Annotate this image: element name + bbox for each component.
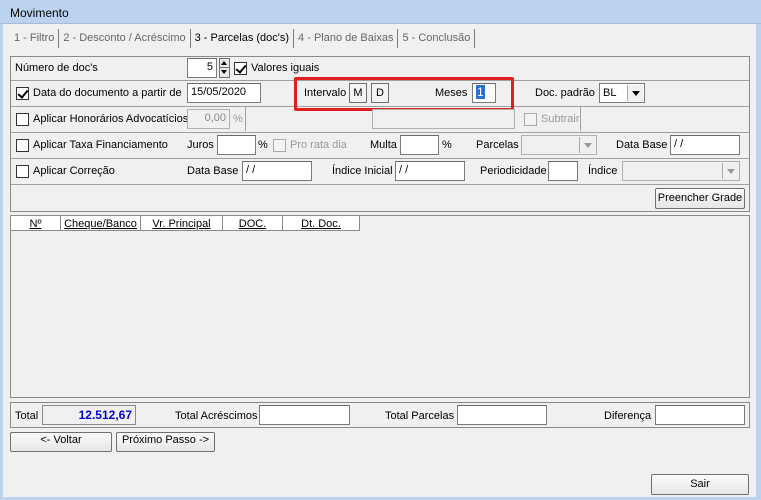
spin-up-icon[interactable]	[220, 59, 229, 68]
correcao-data-base-field[interactable]: / /	[242, 161, 312, 181]
wizard-tabs: 1 - Filtro 2 - Desconto / Acréscimo 3 - …	[10, 29, 476, 49]
indice-inicial-field[interactable]: / /	[395, 161, 465, 181]
honorarios-field[interactable]: 0,00	[187, 109, 230, 129]
total-parcelas-field[interactable]	[457, 405, 547, 425]
correcao-data-base-label: Data Base	[187, 165, 239, 177]
juros-unit: %	[258, 139, 268, 151]
num-docs-label: Número de doc's	[15, 62, 98, 74]
taxa-label: Aplicar Taxa Financiamento	[33, 139, 168, 151]
indice-select[interactable]	[622, 161, 740, 181]
taxa-data-base-label: Data Base	[616, 139, 668, 151]
pro-rata-checkbox[interactable]	[273, 139, 286, 152]
periodicidade-label: Periodicidade	[480, 165, 547, 177]
doc-padrao-label: Doc. padrão	[535, 87, 595, 99]
tab-plano-de-baixas[interactable]: 4 - Plano de Baixas	[294, 29, 399, 48]
grid-column-doc[interactable]: DOC.	[223, 216, 283, 230]
num-docs-field[interactable]: 5	[187, 58, 217, 78]
doc-padrao-select[interactable]: BL	[599, 83, 645, 103]
parcelas-label: Parcelas	[476, 139, 519, 151]
grid-column-numero[interactable]: Nº	[11, 216, 61, 230]
tab-conclusao[interactable]: 5 - Conclusão	[398, 29, 476, 48]
valores-iguais-checkbox[interactable]	[234, 62, 247, 75]
juros-label: Juros	[187, 139, 214, 151]
row-divider	[11, 132, 749, 133]
diferenca-label: Diferença	[604, 410, 652, 422]
honorarios-unit: %	[233, 113, 243, 125]
honorarios-description-field[interactable]	[372, 109, 515, 129]
subtrair-label: Subtrair	[541, 113, 580, 125]
data-doc-field[interactable]: 15/05/2020	[187, 83, 261, 103]
parcelas-select[interactable]	[521, 135, 597, 155]
valores-iguais-label: Valores iguais	[251, 62, 320, 74]
proximo-passo-button[interactable]: Próximo Passo ->	[116, 432, 215, 452]
subtrair-checkbox[interactable]	[524, 113, 537, 126]
total-acrescimos-field[interactable]	[259, 405, 350, 425]
juros-field[interactable]	[217, 135, 256, 155]
chevron-down-icon[interactable]	[627, 85, 643, 101]
periodicidade-field[interactable]	[548, 161, 578, 181]
honorarios-checkbox[interactable]	[16, 113, 29, 126]
grid-header: Nº Cheque/Banco Vr. Principal DOC. Dt. D…	[11, 216, 360, 231]
total-acrescimos-label: Total Acréscimos	[175, 410, 258, 422]
row-divider	[11, 158, 749, 159]
window-title: Movimento	[10, 6, 69, 20]
preencher-grade-button[interactable]: Preencher Grade	[655, 188, 745, 209]
chevron-down-icon[interactable]	[722, 163, 738, 179]
total-value: 12.512,67	[42, 405, 136, 425]
total-parcelas-label: Total Parcelas	[385, 410, 455, 422]
correcao-checkbox[interactable]	[16, 165, 29, 178]
taxa-checkbox[interactable]	[16, 139, 29, 152]
window-frame-right	[756, 24, 761, 500]
honorarios-label: Aplicar Honorários Advocatícios	[33, 113, 189, 125]
total-label: Total	[15, 410, 39, 422]
window-titlebar: Movimento	[0, 0, 761, 24]
data-doc-checkbox[interactable]	[16, 87, 29, 100]
data-doc-label: Data do documento a partir de	[33, 87, 182, 99]
voltar-button[interactable]: <- Voltar	[10, 432, 112, 452]
chevron-down-icon[interactable]	[579, 137, 595, 153]
sair-button[interactable]: Sair	[651, 474, 749, 495]
diferenca-field[interactable]	[655, 405, 745, 425]
grid-column-cheque-banco[interactable]: Cheque/Banco	[61, 216, 141, 230]
indice-inicial-label: Índice Inicial	[332, 165, 393, 177]
column-divider	[245, 107, 246, 131]
tab-parcelas[interactable]: 3 - Parcelas (doc's)	[190, 29, 295, 48]
column-divider	[580, 107, 581, 131]
doc-padrao-value: BL	[603, 87, 617, 99]
multa-unit: %	[442, 139, 452, 151]
tab-filtro[interactable]: 1 - Filtro	[10, 29, 60, 48]
multa-field[interactable]	[400, 135, 439, 155]
pro-rata-label: Pro rata dia	[290, 139, 347, 151]
num-docs-spinner[interactable]	[219, 58, 230, 78]
grid-column-vr-principal[interactable]: Vr. Principal	[141, 216, 223, 230]
tab-desconto-acrescimo[interactable]: 2 - Desconto / Acréscimo	[59, 29, 191, 48]
grid-column-dt-doc[interactable]: Dt. Doc.	[283, 216, 360, 230]
multa-label: Multa	[370, 139, 397, 151]
spin-down-icon[interactable]	[220, 68, 229, 77]
row-divider	[11, 184, 749, 185]
highlight-box	[294, 77, 514, 111]
window-frame-left	[0, 24, 3, 500]
correcao-label: Aplicar Correção	[33, 165, 115, 177]
taxa-data-base-field[interactable]: / /	[670, 135, 740, 155]
indice-label: Índice	[588, 165, 618, 177]
parcelas-grid[interactable]: Nº Cheque/Banco Vr. Principal DOC. Dt. D…	[10, 215, 750, 398]
